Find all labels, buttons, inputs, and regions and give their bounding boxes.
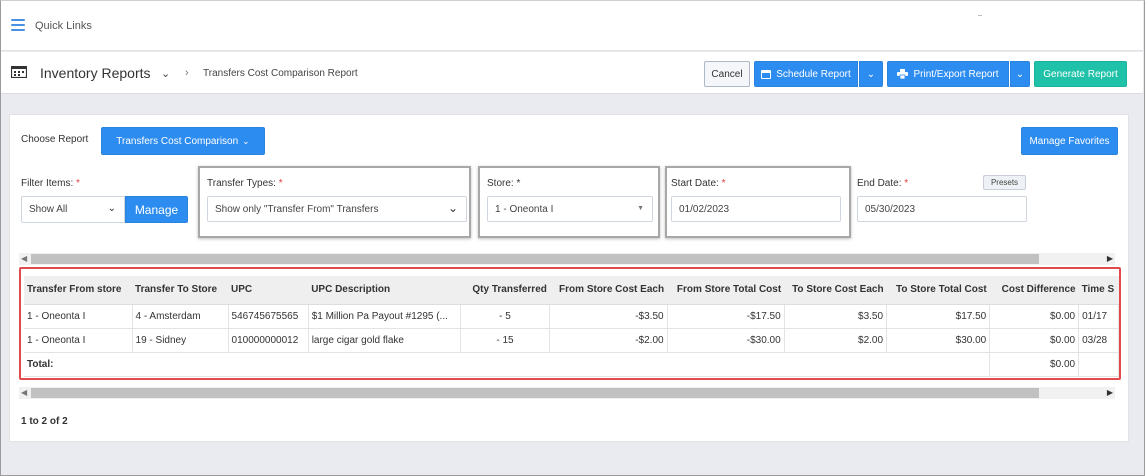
generate-report-button[interactable]: Generate Report — [1034, 61, 1127, 87]
chevron-down-icon: ⌄ — [1015, 68, 1025, 80]
print-export-label: Print/Export Report — [913, 68, 999, 80]
report-panel: Choose Report Transfers Cost Comparison … — [9, 114, 1129, 442]
schedule-report-label: Schedule Report — [776, 68, 851, 80]
table-cell: $17.50 — [886, 304, 991, 329]
scroll-left-icon[interactable]: ◀ — [21, 253, 27, 265]
print-export-button[interactable]: Print/Export Report — [887, 61, 1009, 87]
calendar-icon — [11, 66, 27, 78]
column-header[interactable]: To Store Cost Each — [784, 276, 887, 305]
table-cell: 1 - Oneonta I — [24, 304, 133, 329]
filter-items-value: Show All — [29, 204, 68, 215]
page-header: Inventory Reports ⌄ › Transfers Cost Com… — [1, 52, 1143, 94]
column-header[interactable]: Transfer To Store — [132, 276, 229, 305]
table-cell: -$2.00 — [549, 328, 668, 353]
store-select[interactable]: 1 - Oneonta I ▼ — [487, 196, 653, 222]
chevron-down-icon: ⌄ — [866, 68, 876, 80]
chevron-down-icon: ⌄ — [447, 201, 458, 215]
column-header[interactable]: UPC — [228, 276, 309, 305]
table-cell: - 5 — [460, 304, 551, 329]
module-title[interactable]: Inventory Reports — [40, 65, 151, 81]
scrollbar-thumb[interactable] — [31, 388, 1039, 398]
results-table: Transfer From store Transfer To Store UP… — [24, 276, 1119, 377]
table-cell: $1 Million Pa Payout #1295 (... — [308, 304, 461, 329]
manage-button[interactable]: Manage — [125, 196, 188, 223]
column-header[interactable]: Qty Transferred — [460, 276, 550, 305]
scroll-right-icon[interactable]: ▶ — [1107, 253, 1113, 265]
filter-items-select[interactable]: Show All ⌄ — [21, 196, 125, 223]
printer-icon — [897, 69, 909, 79]
breadcrumb: Transfers Cost Comparison Report — [203, 68, 358, 79]
print-export-dropdown-button[interactable]: ⌄ — [1010, 61, 1030, 87]
scrollbar-thumb[interactable] — [31, 254, 1039, 264]
cancel-button[interactable]: Cancel — [704, 61, 750, 87]
table-scrollbar-top[interactable]: ◀ ▶ — [19, 253, 1115, 265]
top-bar: Quick Links — [1, 1, 1143, 51]
table-cell: $0.00 — [989, 304, 1080, 329]
table-cell: large cigar gold flake — [308, 328, 461, 353]
results-table-highlight: Transfer From store Transfer To Store UP… — [19, 267, 1121, 380]
table-cell: $30.00 — [886, 328, 991, 353]
transfer-types-label: Transfer Types: * — [207, 178, 283, 189]
column-header[interactable]: To Store Total Cost — [886, 276, 990, 305]
chevron-down-icon[interactable]: ⌄ — [161, 67, 170, 80]
chevron-down-icon: ⌄ — [242, 135, 250, 146]
transfer-types-select[interactable]: Show only "Transfer From" Transfers ⌄ — [207, 196, 467, 222]
end-date-input[interactable]: 05/30/2023 — [857, 196, 1027, 222]
table-cell: 01/17 — [1078, 304, 1119, 329]
table-cell: $2.00 — [784, 328, 888, 353]
quick-links-link[interactable]: Quick Links — [35, 20, 92, 32]
table-cell — [1078, 352, 1119, 377]
manage-favorites-button[interactable]: Manage Favorites — [1021, 127, 1118, 155]
table-cell: 03/28 — [1078, 328, 1119, 353]
table-scrollbar-bottom[interactable]: ◀ ▶ — [19, 387, 1115, 399]
table-cell: 1 - Oneonta I — [24, 328, 133, 353]
pagination-info: 1 to 2 of 2 — [21, 416, 68, 427]
choose-report-dropdown[interactable]: Transfers Cost Comparison ⌄ — [101, 127, 265, 155]
table-header-row: Transfer From store Transfer To Store UP… — [24, 276, 1119, 305]
table-cell: 4 - Amsterdam — [132, 304, 229, 329]
store-label: Store: * — [487, 178, 521, 189]
column-header[interactable]: Cost Difference — [989, 276, 1079, 305]
choose-report-label: Choose Report — [21, 134, 89, 145]
column-header[interactable]: Time S — [1078, 276, 1119, 305]
scroll-left-icon[interactable]: ◀ — [21, 387, 27, 399]
transfer-types-value: Show only "Transfer From" Transfers — [215, 203, 379, 215]
column-header[interactable]: From Store Total Cost — [667, 276, 785, 305]
scroll-right-icon[interactable]: ▶ — [1107, 387, 1113, 399]
menu-icon[interactable] — [11, 19, 25, 31]
store-value: 1 - Oneonta I — [495, 203, 554, 215]
total-value: $0.00 — [989, 352, 1080, 377]
schedule-dropdown-button[interactable]: ⌄ — [859, 61, 883, 87]
table-cell: $3.50 — [784, 304, 888, 329]
table-row[interactable]: 1 - Oneonta I 4 - Amsterdam 546745675565… — [24, 304, 1119, 329]
start-date-input[interactable]: 01/02/2023 — [671, 196, 841, 222]
table-cell: 546745675565 — [228, 304, 309, 329]
total-row: Total: $0.00 — [24, 352, 1119, 377]
table-cell: -$17.50 — [667, 304, 785, 329]
choose-report-value: Transfers Cost Comparison — [116, 135, 239, 147]
table-cell: 010000000012 — [228, 328, 309, 353]
end-date-label: End Date: * — [857, 178, 909, 189]
caret-down-icon: ▼ — [637, 205, 644, 212]
column-header[interactable]: Transfer From store — [24, 276, 133, 305]
table-cell: 19 - Sidney — [132, 328, 229, 353]
chevron-down-icon: ⌄ — [107, 203, 116, 214]
table-cell: - 15 — [460, 328, 551, 353]
presets-button[interactable]: Presets — [983, 175, 1026, 190]
chevron-right-icon: › — [185, 67, 189, 79]
column-header[interactable]: UPC Description — [308, 276, 461, 305]
total-label: Total: — [24, 352, 991, 377]
filter-items-label: Filter Items: * — [21, 178, 80, 189]
table-cell: -$3.50 — [549, 304, 668, 329]
start-date-label: Start Date: * — [671, 178, 726, 189]
table-cell: $0.00 — [989, 328, 1080, 353]
calendar-icon — [761, 70, 772, 79]
table-cell: -$30.00 — [667, 328, 785, 353]
table-row[interactable]: 1 - Oneonta I 19 - Sidney 010000000012 l… — [24, 328, 1119, 353]
minimize-mark — [978, 15, 982, 16]
column-header[interactable]: From Store Cost Each — [549, 276, 668, 305]
schedule-report-button[interactable]: Schedule Report — [754, 61, 858, 87]
